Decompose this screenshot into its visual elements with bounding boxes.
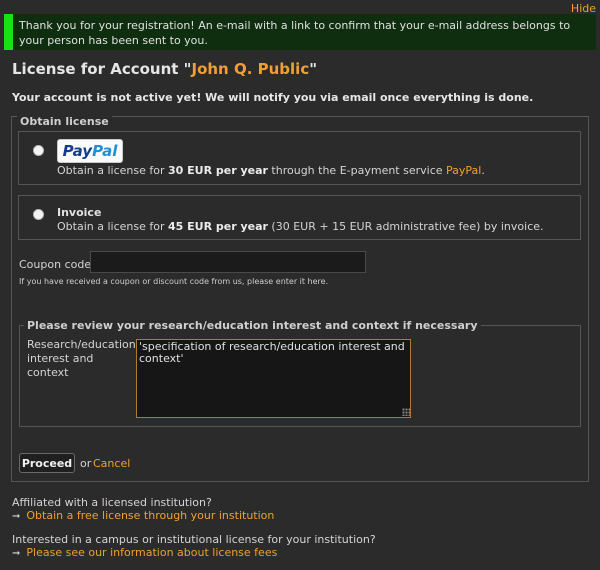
resize-grip-icon[interactable] xyxy=(402,408,410,416)
notice-text: Thank you for your registration! An e-ma… xyxy=(19,19,571,47)
desc-text: Obtain a license for xyxy=(57,164,168,177)
research-interest-label: Research/education interest and context xyxy=(27,338,136,379)
invoice-radio[interactable] xyxy=(33,209,44,220)
proceed-button[interactable]: Proceed xyxy=(19,453,75,473)
page-title: License for Account "John Q. Public" xyxy=(12,60,317,78)
invoice-title: Invoice xyxy=(57,206,102,219)
cancel-link[interactable]: Cancel xyxy=(93,457,130,470)
price-text: 45 EUR per year xyxy=(167,220,268,233)
paypal-logo-part1: Pay xyxy=(62,142,93,160)
registration-notice: Thank you for your registration! An e-ma… xyxy=(4,14,596,50)
paypal-logo: PayPal xyxy=(57,139,123,163)
paypal-radio[interactable] xyxy=(33,145,44,156)
review-legend: Please review your research/education in… xyxy=(24,319,481,332)
license-fees-link[interactable]: Please see our information about license… xyxy=(26,546,277,559)
desc-text: through the E-payment service xyxy=(267,164,447,177)
arrow-right-icon: ➞ xyxy=(12,548,21,559)
affiliated-row: ➞ Obtain a free license through your inst… xyxy=(12,509,274,522)
title-prefix: License for Account " xyxy=(12,60,192,78)
coupon-hint: If you have received a coupon or discoun… xyxy=(19,277,329,286)
institution-license-link[interactable]: Obtain a free license through your insti… xyxy=(26,509,274,522)
paypal-link[interactable]: PayPal xyxy=(446,164,481,177)
campus-row: ➞ Please see our information about licens… xyxy=(12,546,277,559)
or-text: or xyxy=(80,457,92,470)
research-interest-textarea[interactable]: 'specification of research/education int… xyxy=(136,339,411,418)
affiliated-question: Affiliated with a licensed institution? xyxy=(12,496,212,509)
invoice-option[interactable]: Invoice Obtain a license for 45 EUR per … xyxy=(18,195,581,240)
price-text: 30 EUR per year xyxy=(167,164,268,177)
desc-text: (30 EUR + 15 EUR administrative fee) by … xyxy=(267,220,544,233)
paypal-description: Obtain a license for 30 EUR per year thr… xyxy=(57,164,485,177)
obtain-license-legend: Obtain license xyxy=(17,115,112,128)
desc-text: . xyxy=(481,164,485,177)
invoice-description: Obtain a license for 45 EUR per year (30… xyxy=(57,220,544,233)
coupon-input[interactable] xyxy=(90,251,366,273)
inactive-warning: Your account is not active yet! We will … xyxy=(12,91,534,104)
title-suffix: " xyxy=(309,60,318,78)
desc-text: Obtain a license for xyxy=(57,220,168,233)
paypal-logo-part2: Pal xyxy=(92,142,118,160)
account-name: John Q. Public xyxy=(191,60,310,78)
arrow-right-icon: ➞ xyxy=(12,511,21,522)
campus-question: Interested in a campus or institutional … xyxy=(12,533,376,546)
coupon-label: Coupon code: xyxy=(19,258,95,271)
paypal-option[interactable]: PayPal Obtain a license for 30 EUR per y… xyxy=(18,131,581,185)
